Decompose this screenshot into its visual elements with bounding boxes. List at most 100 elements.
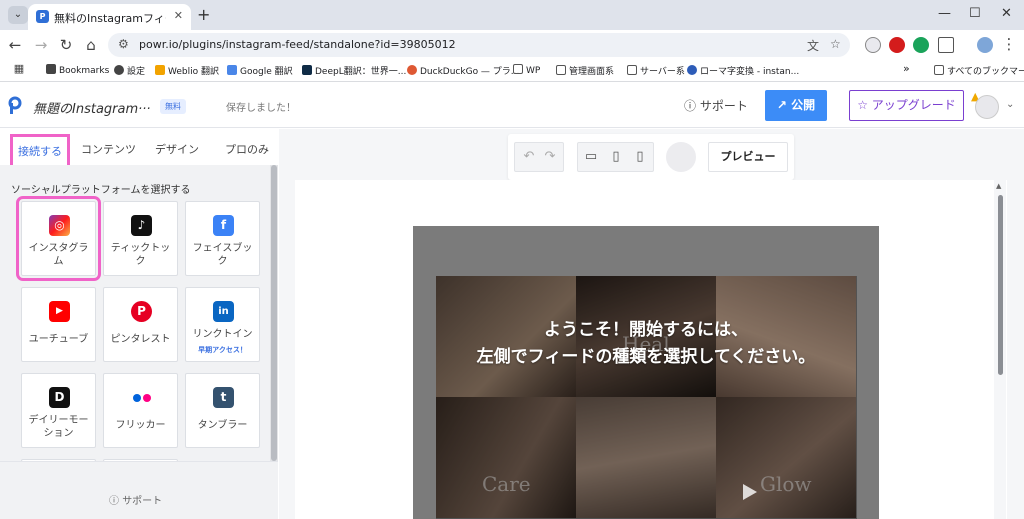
tab-content[interactable]: コンテンツ (81, 141, 136, 157)
preview-button[interactable]: プレビュー (708, 142, 788, 172)
bookmarks-overflow-chevron-icon[interactable]: » (903, 62, 910, 75)
tab-close-icon[interactable]: ✕ (174, 9, 183, 22)
reload-icon[interactable]: ↻ (57, 36, 75, 54)
bookmark-item[interactable]: DeepL翻訳：世界一... (302, 64, 406, 77)
feed-background-collage: Heal Care Glow (436, 276, 857, 519)
platform-label: ユーチューブ (28, 334, 89, 345)
forward-arrow-icon[interactable]: → (32, 36, 50, 54)
home-icon[interactable]: ⌂ (82, 36, 100, 54)
minimize-icon[interactable]: — (938, 6, 951, 21)
all-bookmarks-folder[interactable]: すべてのブックマーク (934, 64, 1024, 77)
profile-icon[interactable] (977, 37, 993, 53)
platform-instagram[interactable]: ◎ インスタグラム (16, 196, 101, 281)
maximize-icon[interactable]: ☐ (969, 6, 981, 21)
sidebar-footer: ⓘ サポート (0, 461, 278, 519)
scrollbar-thumb[interactable] (271, 165, 277, 461)
widget-name[interactable]: 無題のInstagram··· (33, 98, 151, 117)
platform-pinterest[interactable]: P ピンタレスト (103, 287, 178, 362)
bookmark-item[interactable]: DuckDuckGo — プラ... (407, 64, 519, 77)
bookmark-item[interactable]: サーバー系 (627, 64, 685, 77)
address-bar[interactable]: ⚙ powr.io/plugins/instagram-feed/standal… (108, 33, 850, 57)
site-icon (687, 65, 697, 75)
scrollbar-thumb[interactable] (998, 195, 1003, 375)
bookmark-item[interactable]: ローマ字変換 - instan... (687, 64, 799, 77)
tab-design[interactable]: デザイン (155, 141, 199, 157)
bookmark-item[interactable]: WP (513, 64, 540, 76)
upgrade-button[interactable]: ☆ アップグレード (849, 90, 964, 121)
dark-overlay (436, 276, 857, 519)
linkedin-icon: in (213, 301, 234, 322)
chevron-down-icon[interactable]: ⌄ (1006, 99, 1014, 110)
tablet-icon[interactable]: ▯ (607, 149, 625, 164)
new-tab-plus-icon[interactable]: + (197, 5, 210, 24)
facebook-icon: f (213, 215, 234, 236)
powr-favicon-icon: P (36, 10, 49, 23)
bookmark-item[interactable]: Weblio 翻訳 (155, 64, 219, 77)
folder-icon (513, 64, 523, 74)
platform-label: デイリーモーション (28, 415, 89, 439)
platform-label: ティックトック (110, 243, 171, 267)
sidebar-scrollbar[interactable] (270, 165, 278, 461)
bookmark-item[interactable]: Google 翻訳 (227, 64, 293, 77)
site-info-icon[interactable]: ⚙ (118, 37, 129, 51)
history-controls: ↶ ↷ (514, 142, 564, 172)
help-link[interactable]: ⓘ サポート (684, 97, 748, 114)
tab-search-button[interactable]: ⌄ (8, 6, 28, 24)
extension-translate-icon[interactable] (865, 37, 881, 53)
dailymotion-icon: D (49, 387, 70, 408)
scroll-up-arrow-icon[interactable]: ▲ (996, 182, 1001, 190)
platform-facebook[interactable]: f フェイスブック (185, 201, 260, 276)
translate-icon[interactable]: 文 (807, 37, 819, 54)
tab-connect[interactable]: 接続する (10, 134, 70, 168)
preview-area: ↶ ↷ ▭ ▯ ▯ プレビュー Heal Care Glow ようこそ！開始する… (279, 129, 1024, 519)
star-icon (46, 64, 56, 74)
tumblr-icon: t (213, 387, 234, 408)
url-text[interactable]: powr.io/plugins/instagram-feed/standalon… (139, 38, 456, 51)
platform-youtube[interactable]: ▶ ユーチューブ (21, 287, 96, 362)
mobile-icon[interactable]: ▯ (631, 149, 649, 164)
browser-tab-strip: ⌄ P 無料のInstagramフィードソフトウェア ✕ + — ☐ ✕ (0, 0, 1024, 30)
bookmark-item[interactable]: 設定 (114, 64, 145, 77)
platform-label: ピンタレスト (110, 334, 171, 345)
sidebar-help-link[interactable]: ⓘ サポート (109, 492, 162, 507)
deepl-icon (302, 65, 312, 75)
desktop-icon[interactable]: ▭ (582, 149, 600, 164)
welcome-message: ようこそ！開始するには、 左側でフィードの種類を選択してください。 (413, 317, 879, 371)
platform-label: インスタグラム (28, 243, 89, 267)
platform-label: フリッカー (115, 420, 166, 431)
extension-green-icon[interactable] (913, 37, 929, 53)
extensions-puzzle-icon[interactable] (938, 37, 954, 53)
preview-canvas: Heal Care Glow ようこそ！開始するには、 左側でフィードの種類を選… (295, 180, 1007, 519)
browser-tab[interactable]: P 無料のInstagramフィードソフトウェア ✕ (28, 4, 191, 30)
platform-flickr[interactable]: フリッカー (103, 373, 178, 448)
platform-tiktok[interactable]: ♪ ティックトック (103, 201, 178, 276)
apps-grid-icon[interactable]: ▦ (10, 62, 28, 75)
back-arrow-icon[interactable]: ← (6, 36, 24, 54)
tab-pro-only[interactable]: プロのみ (225, 141, 269, 157)
platform-linkedin[interactable]: in リンクトイン 早期アクセス！ (185, 287, 260, 362)
instagram-icon: ◎ (49, 215, 70, 236)
bookmark-item[interactable]: 管理画面系 (556, 64, 614, 77)
platform-tumblr[interactable]: t タンブラー (185, 373, 260, 448)
publish-button[interactable]: ↗ 公開 (765, 90, 827, 121)
window-close-icon[interactable]: ✕ (1001, 6, 1012, 21)
powr-logo-icon[interactable] (8, 96, 22, 114)
platform-dailymotion[interactable]: D デイリーモーション (21, 373, 96, 448)
star-outline-icon: ☆ (857, 98, 868, 112)
bookmark-item[interactable]: Bookmarks (46, 64, 109, 76)
share-arrow-icon: ↗ (776, 98, 787, 112)
bookmark-star-icon[interactable]: ☆ (830, 37, 841, 51)
preview-scrollbar[interactable]: ▲ (994, 180, 1006, 519)
background-color-swatch[interactable] (666, 142, 696, 172)
free-plan-badge: 無料 (160, 99, 186, 114)
extension-red-icon[interactable] (889, 37, 905, 53)
flickr-icon (131, 387, 152, 408)
undo-icon[interactable]: ↶ (520, 149, 538, 164)
question-circle-icon: ⓘ (684, 99, 697, 113)
avatar[interactable] (975, 95, 999, 119)
redo-icon[interactable]: ↷ (541, 149, 559, 164)
weblio-icon (155, 65, 165, 75)
duckduckgo-icon (407, 65, 417, 75)
tiktok-icon: ♪ (131, 215, 152, 236)
chrome-menu-icon[interactable]: ⋮ (1000, 35, 1018, 53)
